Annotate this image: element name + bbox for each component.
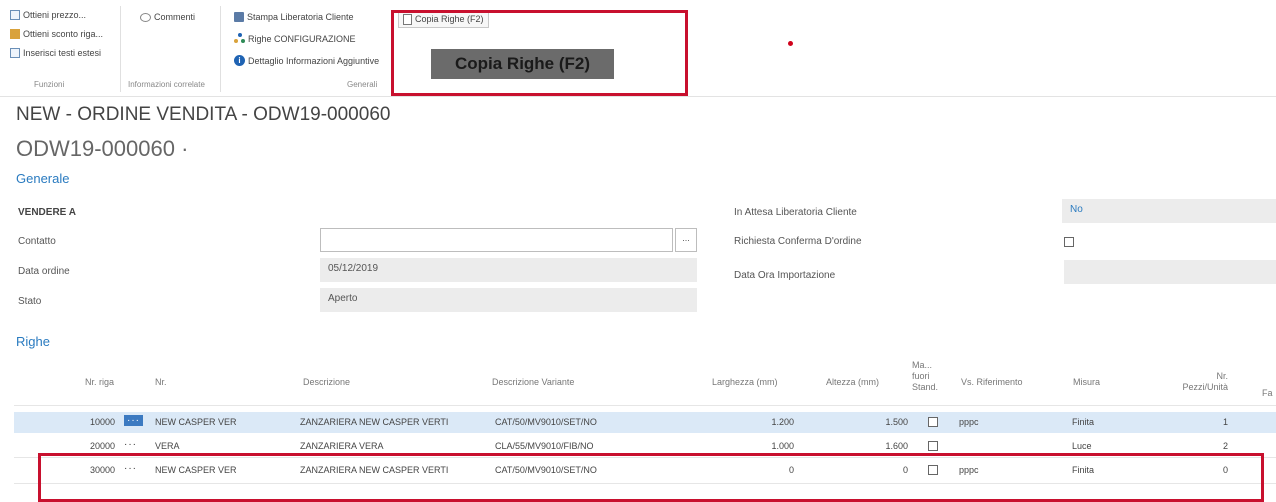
row-line-no: 20000 [90,441,116,451]
contact-field[interactable] [320,228,673,252]
row-measure[interactable]: Luce [1072,441,1092,451]
column-header[interactable]: Misura [1073,377,1100,387]
insert-extended-texts-button[interactable]: Inserisci testi estesi [10,48,101,58]
order-confirmation-label: Richiesta Conferma D'ordine [734,236,862,247]
section-righe[interactable]: Righe [16,334,50,349]
row-measure[interactable]: Finita [1072,417,1094,427]
column-header[interactable]: Descrizione Variante [492,377,574,387]
page-title: NEW - ORDINE VENDITA - ODW19-000060 [16,104,391,125]
table-row[interactable]: 10000 ··· NEW CASPER VER ZANZARIERA NEW … [14,412,1276,433]
get-price-button[interactable]: Ottieni prezzo... [10,10,86,20]
grid-divider [14,405,1276,406]
status-field[interactable]: Aperto [320,288,697,312]
row-width[interactable]: 1.200 [754,417,794,427]
column-header[interactable]: Nr. [155,377,167,387]
row-line-no: 10000 [90,417,116,427]
order-confirmation-checkbox[interactable] [1064,237,1074,247]
row-variant[interactable]: CLA/55/MV9010/FIB/NO [495,441,594,451]
column-header[interactable]: Larghezza (mm) [712,377,778,387]
pending-release-field[interactable]: No [1062,199,1276,223]
order-date-field[interactable]: 05/12/2019 [320,258,697,282]
get-line-discount-button[interactable]: Ottieni sconto riga... [10,29,103,39]
sell-to-label: VENDERE A [18,207,76,218]
row-height[interactable]: 1.500 [868,417,908,427]
ribbon-separator [220,6,221,92]
column-header[interactable]: Nr. riga [85,377,114,387]
column-header[interactable]: Altezza (mm) [826,377,879,387]
highlight-box-row [38,453,1264,502]
column-header[interactable]: Fa [1262,388,1273,398]
contact-lookup-button[interactable]: ... [675,228,697,252]
red-dot [788,41,793,46]
row-variant[interactable]: CAT/50/MV9010/SET/NO [495,417,597,427]
status-label: Stato [18,296,42,307]
page-subtitle: ODW19-000060 · [16,136,189,161]
row-pieces[interactable]: 1 [1204,417,1228,427]
section-generale[interactable]: Generale [16,171,69,186]
column-header[interactable]: Ma... fuori Stand. [912,360,940,393]
group-label-info: Informazioni correlate [128,80,205,89]
row-item-no[interactable]: NEW CASPER VER [155,417,237,427]
row-pieces[interactable]: 2 [1204,441,1228,451]
ribbon-separator [120,6,121,92]
additional-info-button[interactable]: i Dettaglio Informazioni Aggiuntive [234,55,379,66]
row-description[interactable]: ZANZARIERA NEW CASPER VERTI [300,417,448,427]
comment-icon [140,12,151,22]
info-icon: i [234,55,245,66]
row-width[interactable]: 1.000 [754,441,794,451]
row-nonstandard-checkbox[interactable] [928,417,938,427]
document-icon [10,10,20,20]
group-label-generali: Generali [347,80,378,89]
highlight-box-copy [391,10,688,96]
comments-button[interactable]: Commenti [140,12,195,22]
row-height[interactable]: 1.600 [868,441,908,451]
column-header[interactable]: Descrizione [303,377,350,387]
contact-label: Contatto [18,236,56,247]
pending-release-label: In Attesa Liberatoria Cliente [734,207,857,218]
printer-icon [234,12,244,22]
configuration-lines-button[interactable]: Righe CONFIGURAZIONE [234,33,356,44]
row-menu-button[interactable]: ··· [124,439,137,450]
row-item-no[interactable]: VERA [155,441,180,451]
row-nonstandard-checkbox[interactable] [928,441,938,451]
row-description[interactable]: ZANZARIERA VERA [300,441,384,451]
column-header[interactable]: Vs. Riferimento [961,377,1023,387]
row-menu-button[interactable]: ··· [124,415,143,426]
row-reference[interactable]: pppc [959,417,979,427]
print-release-button[interactable]: Stampa Liberatoria Cliente [234,12,354,22]
column-header[interactable]: Nr. Pezzi/Unità [1178,371,1228,393]
order-date-label: Data ordine [18,266,70,277]
text-icon [10,48,20,58]
configuration-icon [234,33,245,44]
import-datetime-label: Data Ora Importazione [734,270,836,281]
import-datetime-field[interactable] [1064,260,1276,284]
group-label-funzioni: Funzioni [34,80,65,89]
discount-icon [10,29,20,39]
